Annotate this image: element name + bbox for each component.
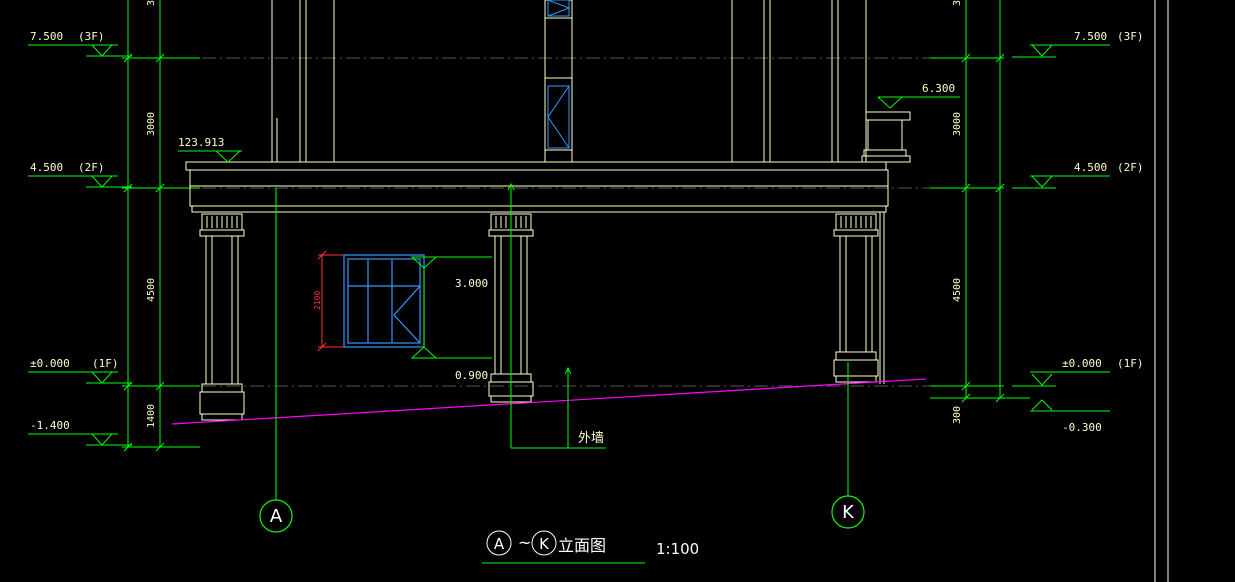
level-right-3f-floor: (3F) (1117, 30, 1144, 43)
column-left (199, 213, 245, 421)
canopy-elev-marker (877, 96, 960, 109)
title-separator: ~ (518, 533, 531, 552)
window-level-markers (410, 256, 492, 359)
dim-right-3000: 3000 (952, 112, 963, 136)
level-right-3f-elev: 7.500 (1074, 30, 1107, 43)
window-top-elev: 3.000 (455, 277, 488, 290)
axis-bubble-a: A (259, 499, 293, 533)
level-left-3f-elev: 7.500 (30, 30, 63, 43)
dim-left-1400: 1400 (146, 404, 157, 428)
left-dimension-chain (122, 0, 200, 452)
ground-floor-window (343, 254, 425, 348)
column-right (833, 212, 885, 384)
wall-label: 外墙 (578, 431, 604, 446)
roof-elev-label: 123.913 (178, 136, 224, 149)
level-left-3f-floor: (3F) (78, 30, 105, 43)
axis-lines (275, 182, 849, 500)
dim-left-3000: 3000 (146, 112, 157, 136)
dim-right-top: 3 (952, 0, 963, 6)
roof-elev-marker (178, 150, 242, 163)
title-axis-from: A (494, 535, 505, 553)
title-scale: 1:100 (656, 540, 699, 558)
upper-window-glazing (547, 0, 571, 149)
level-right-grade-elev: -0.300 (1062, 421, 1102, 434)
window-sill-elev: 0.900 (455, 369, 488, 382)
drawing-title: A ~ K 立面图 1:100 (482, 530, 699, 564)
level-left-2f-elev: 4.500 (30, 161, 63, 174)
axis-label-a: A (270, 506, 283, 527)
floor-reference-lines (130, 57, 970, 387)
canopy-elev-label: 6.300 (922, 82, 955, 95)
window-height-label: 2100 (313, 291, 322, 310)
title-axis-to: K (539, 535, 550, 553)
left-level-markers (28, 44, 132, 446)
dim-left-top: 3 (146, 0, 157, 6)
elevation-drawing: 3000 4500 1400 3 7.500 (3F) 4.500 (2F) ±… (28, 0, 1169, 582)
level-right-1f-floor: (1F) (1117, 357, 1144, 370)
dim-left-4500: 4500 (146, 278, 157, 302)
sheet-border (1154, 0, 1169, 582)
level-right-2f-elev: 4.500 (1074, 161, 1107, 174)
floor-slab (185, 161, 889, 213)
level-left-grade-elev: -1.400 (30, 419, 70, 432)
upper-structure (271, 0, 911, 163)
level-left-2f-floor: (2F) (78, 161, 105, 174)
axis-label-k: K (842, 502, 855, 523)
dim-right-4500: 4500 (952, 278, 963, 302)
axis-bubble-k: K (831, 495, 865, 529)
level-right-2f-floor: (2F) (1117, 161, 1144, 174)
title-text: 立面图 (558, 536, 606, 555)
level-left-1f-floor: (1F) (92, 357, 119, 370)
level-right-1f-elev: ±0.000 (1062, 357, 1102, 370)
level-left-1f-elev: ±0.000 (30, 357, 70, 370)
dim-right-300: 300 (952, 406, 963, 424)
right-dimension-chain (930, 0, 1030, 403)
